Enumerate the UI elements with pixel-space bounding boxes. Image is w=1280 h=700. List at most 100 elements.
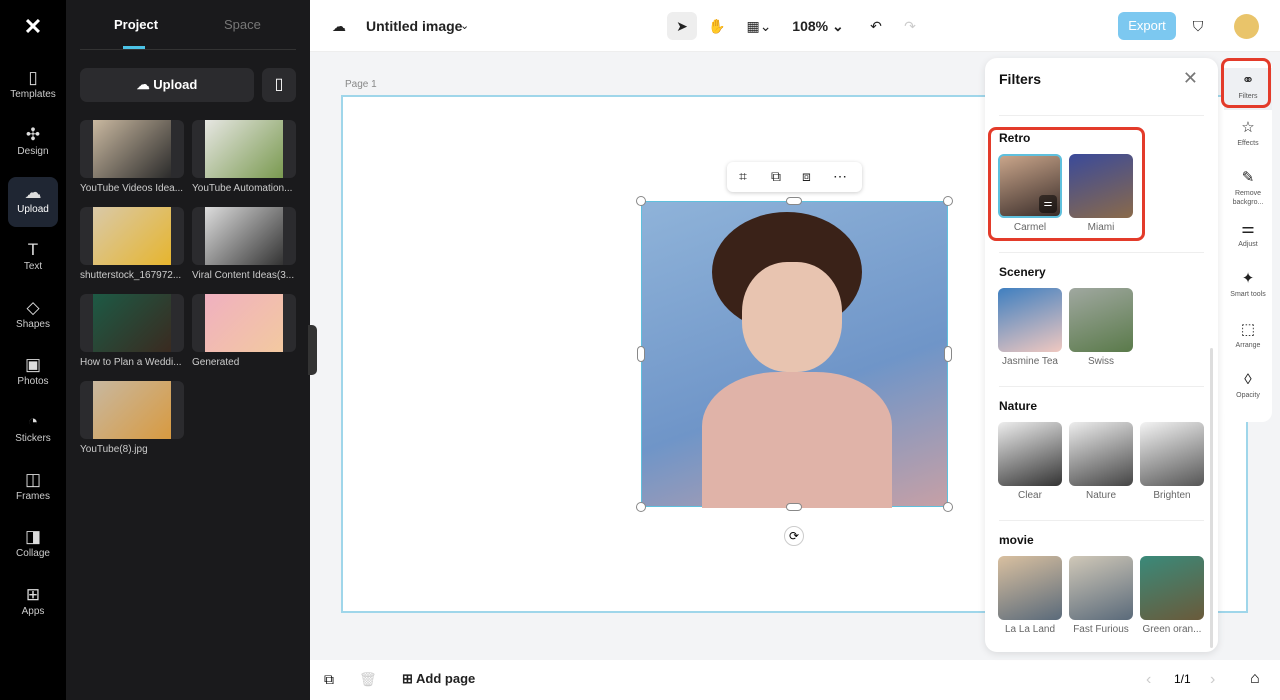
filter-label: Swiss [1087,356,1115,367]
scrollbar[interactable] [1210,348,1213,648]
chevron-down-icon[interactable]: ⌄ [460,12,469,40]
tools-rail: ⚭ Filters ☆ Effects ✎ Remove backgro... ⚌ Adjus… [1224,58,1272,422]
sidebar-item-apps[interactable]: ⊞ Apps [8,579,58,629]
resize-handle[interactable] [636,196,646,206]
resize-handle[interactable] [786,197,802,205]
tool-effects[interactable]: ☆ Effects [1224,119,1272,148]
apps-icon: ⊞ [25,584,41,604]
filter-clear[interactable] [998,422,1062,486]
layers-icon[interactable]: ⌂ [1250,670,1260,688]
media-thumbnail[interactable] [80,120,184,178]
export-button[interactable]: Export [1118,12,1176,40]
resize-handle[interactable] [786,503,802,511]
filter-swiss[interactable] [1069,288,1133,352]
undo-icon[interactable]: ↶ [866,12,886,40]
media-thumbnail[interactable] [80,381,184,439]
filter-label: Fast Furious [1073,624,1129,635]
resize-handle[interactable] [943,502,953,512]
collapse-panel-handle[interactable] [308,325,317,375]
sidebar-item-frames[interactable]: ◫ Frames [8,464,58,514]
media-label: YouTube Automation... [192,183,293,194]
sidebar-item-label: Apps [21,605,45,617]
media-label: YouTube Videos Idea... [80,183,184,194]
capcut-logo-icon[interactable]: ✕ [18,14,48,39]
tool-smart[interactable]: ✦ Smart tools [1224,270,1272,299]
frames-icon: ◫ [24,469,42,489]
document-title[interactable]: Untitled image [366,12,462,40]
prev-page-icon[interactable]: ‹ [1146,671,1151,689]
sidebar-item-label: Photos [17,376,49,387]
tool-label: Arrange [1235,341,1261,349]
resize-handle[interactable] [637,346,645,362]
resize-handle[interactable] [636,502,646,512]
sidebar-item-label: Design [17,146,49,158]
media-thumbnail[interactable] [192,120,296,178]
phone-upload-button[interactable]: ▯ [262,68,296,102]
highlight-box [988,127,1145,241]
rotate-icon[interactable]: ⟳ [784,526,804,546]
tool-opacity[interactable]: ◊ Opacity [1224,371,1272,400]
tab-space[interactable]: Space [224,17,261,32]
filter-la-la-land[interactable] [998,556,1062,620]
delete-icon[interactable]: 🗑 [359,671,377,688]
replace-icon[interactable]: ⧉ [771,168,781,185]
sidebar-item-stickers[interactable]: ◔ Stickers [8,406,58,456]
tool-label: Remove backgro... [1232,190,1264,206]
tool-remove[interactable]: ✎ Remove backgro... [1224,169,1272,207]
sidebar-item-label: Frames [16,490,50,502]
tool-arrange[interactable]: ⬚ Arrange [1224,321,1272,350]
project-panel: Project Space ☁ Upload ▯ YouTube Videos … [66,0,310,700]
resize-handle[interactable] [944,346,952,362]
sidebar-item-shapes[interactable]: ◇ Shapes [8,292,58,342]
duplicate-icon[interactable]: ⧈ [802,168,811,185]
redo-icon[interactable]: ↷ [900,12,920,40]
sidebar-item-photos[interactable]: ▣ Photos [8,349,58,399]
upload-button[interactable]: ☁ Upload [80,68,254,102]
templates-icon: ▯ [28,68,38,87]
close-icon[interactable]: ✕ [1183,68,1198,89]
media-thumbnail[interactable] [192,294,296,352]
next-page-icon[interactable]: › [1210,671,1215,689]
cloud-icon[interactable]: ☁ [332,12,346,40]
tool-adjust[interactable]: ⚌ Adjust [1224,220,1272,249]
sidebar-item-text[interactable]: T Text [8,234,58,284]
sidebar-item-collage[interactable]: ◨ Collage [8,521,58,571]
filter-brighten[interactable] [1140,422,1204,486]
sidebar-item-upload[interactable]: ☁ Upload [8,176,58,227]
tab-project[interactable]: Project [114,17,158,32]
zoom-select[interactable]: 108% ⌄ [790,12,846,40]
highlight-box [1221,58,1271,108]
shield-icon[interactable]: ⛉ [1188,12,1208,40]
filter-fast-furious[interactable] [1069,556,1133,620]
filter-green-oran-[interactable] [1140,556,1204,620]
media-label: Viral Content Ideas(3... [192,270,295,281]
more-icon[interactable]: ⋯ [833,168,847,185]
sidebar-item-design[interactable]: ✣ Design [8,119,58,169]
hand-tool-icon[interactable]: ✋ [706,12,728,40]
select-tool-icon[interactable]: ➤ [667,12,697,40]
resize-handle[interactable] [943,196,953,206]
filter-jasmine-tea[interactable] [998,288,1062,352]
filter-label: La La Land [1004,624,1056,635]
media-thumbnail[interactable] [80,294,184,352]
upload-label: Upload [153,77,198,92]
arrange-icon: ⬚ [1240,320,1256,338]
tool-label: Opacity [1236,392,1260,399]
photos-icon: ▣ [24,355,42,374]
avatar[interactable] [1234,14,1259,39]
media-thumbnail[interactable] [80,207,184,265]
duplicate-page-icon[interactable]: ⧉ [324,671,334,688]
selected-image[interactable] [641,201,948,508]
media-thumbnail[interactable] [192,207,296,265]
filter-nature[interactable] [1069,422,1133,486]
zoom-value: 108% [792,18,829,34]
media-label: YouTube(8).jpg [80,444,148,455]
layout-icon[interactable]: ▦⌄ [742,12,776,40]
add-page-button[interactable]: ⊞ Add page [402,671,475,687]
sidebar-item-templates[interactable]: ▯ Templates [8,62,58,112]
divider [999,386,1204,387]
crop-icon[interactable]: ⌗ [739,168,747,185]
smart-icon: ✦ [1241,270,1255,287]
page-count: 1/1 [1174,672,1191,686]
design-icon: ✣ [25,125,41,145]
